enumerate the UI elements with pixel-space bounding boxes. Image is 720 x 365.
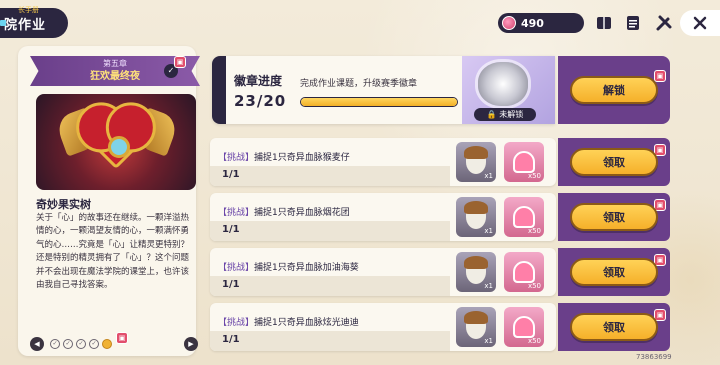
locked-tag: 🔒 未解锁 (474, 108, 536, 121)
gift-icon: ▣ (654, 70, 666, 82)
task-text: 捕捉1只奇异血脉猴麦仔 (254, 153, 350, 163)
close-icon[interactable] (680, 10, 720, 36)
season-badge-icon (478, 62, 528, 106)
cake-icon (513, 206, 535, 228)
task-count-bg (210, 276, 450, 296)
reward-qty: x1 (484, 172, 493, 180)
task-count-bg (210, 331, 450, 351)
claim-button[interactable]: 领取 (570, 258, 658, 286)
task-count: 1/1 (222, 279, 240, 290)
badge-description: 完成作业课题，升级赛季徽章 (300, 79, 418, 89)
task-tag: 【挑战】 (218, 153, 255, 163)
task-text: 捕捉1只奇异血脉炫光迪迪 (254, 318, 359, 328)
pager-dot[interactable]: ✓ (89, 339, 99, 349)
cake-reward-icon[interactable]: x50 (504, 307, 544, 347)
cake-reward-icon[interactable]: x50 (504, 252, 544, 292)
currency-amount: 490 (521, 16, 544, 30)
task-label: 【挑战】捕捉1只奇异血脉炫光迪迪 (218, 315, 359, 328)
cake-reward-icon[interactable]: x50 (504, 197, 544, 237)
book-icon[interactable] (593, 12, 615, 34)
next-arrow-icon[interactable]: ▶ (184, 337, 198, 351)
task-count-bg (210, 166, 450, 186)
unlock-button[interactable]: 解锁 (570, 76, 658, 104)
page-title: 院作业 (4, 17, 47, 33)
badge-title: 徽章进度 (234, 74, 283, 88)
gift-icon: ▣ (174, 56, 186, 68)
chapter-card: 第五章 狂欢最终夜 ✓ ▣ 奇妙果实树 关于「心」的故事还在继续。一颗洋溢热情的… (18, 46, 200, 356)
acorn-icon (464, 311, 488, 339)
clipboard-icon[interactable] (622, 12, 644, 34)
acorn-reward-icon[interactable]: x1 (456, 197, 496, 237)
prev-arrow-icon[interactable]: ◀ (30, 337, 44, 351)
task-row: 【挑战】捕捉1只奇异血脉烟花团 1/1 x1 x50 (210, 193, 556, 241)
panel-strip (212, 56, 226, 124)
task-count-bg (210, 221, 450, 241)
chapter-artwork (36, 94, 196, 190)
badge-count: 23/20 (234, 92, 287, 110)
acorn-reward-icon[interactable]: x1 (456, 307, 496, 347)
acorn-icon (464, 256, 488, 284)
task-label: 【挑战】捕捉1只奇异血脉加油海葵 (218, 260, 359, 273)
chapter-pager: ◀ ✓ ✓ ✓ ✓ ▣ ▶ (30, 332, 200, 352)
task-text: 捕捉1只奇异血脉烟花团 (254, 208, 350, 218)
cake-icon (513, 316, 535, 338)
gear-art (108, 136, 130, 158)
card-description: 关于「心」的故事还在继续。一颗洋溢热情的心，一颗渴望友情的心，一颗满怀勇气的心…… (36, 213, 190, 291)
claim-button[interactable]: 领取 (570, 203, 658, 231)
task-row: 【挑战】捕捉1只奇异血脉炫光迪迪 1/1 x1 x50 (210, 303, 556, 351)
claim-button[interactable]: 领取 (570, 313, 658, 341)
card-title: 奇妙果实树 (36, 198, 91, 211)
cake-icon (513, 151, 535, 173)
task-tag: 【挑战】 (218, 318, 255, 328)
locked-label: 未解锁 (499, 110, 524, 119)
badge-progress-panel: 徽章进度 完成作业课题，升级赛季徽章 23/20 🔒 未解锁 (212, 56, 555, 124)
task-count: 1/1 (222, 169, 240, 180)
footer-id: 73863699 (636, 353, 672, 361)
pager-dot-active[interactable] (102, 339, 112, 349)
reward-qty: x1 (484, 227, 493, 235)
reward-qty: x50 (527, 227, 541, 235)
tools-icon[interactable] (653, 12, 675, 34)
gift-icon: ▣ (116, 332, 128, 344)
acorn-reward-icon[interactable]: x1 (456, 142, 496, 182)
pager-dot[interactable]: ✓ (63, 339, 73, 349)
claim-button[interactable]: 领取 (570, 148, 658, 176)
gem-icon (502, 16, 516, 30)
task-tag: 【挑战】 (218, 208, 255, 218)
task-count: 1/1 (222, 224, 240, 235)
back-icon[interactable] (0, 20, 6, 26)
reward-qty: x1 (484, 337, 493, 345)
task-text: 捕捉1只奇异血脉加油海葵 (254, 263, 359, 273)
cake-icon (513, 261, 535, 283)
badge-progress-bar (300, 97, 458, 107)
cake-reward-icon[interactable]: x50 (504, 142, 544, 182)
acorn-reward-icon[interactable]: x1 (456, 252, 496, 292)
acorn-icon (464, 201, 488, 229)
reward-qty: x50 (527, 172, 541, 180)
reward-qty: x50 (527, 337, 541, 345)
reward-qty: x50 (527, 282, 541, 290)
task-label: 【挑战】捕捉1只奇异血脉烟花团 (218, 205, 350, 218)
reward-qty: x1 (484, 282, 493, 290)
task-row: 【挑战】捕捉1只奇异血脉加油海葵 1/1 x1 x50 (210, 248, 556, 296)
badge-progress-fill (301, 98, 457, 106)
title-superscript: 长手册 (18, 6, 39, 14)
pager-dot[interactable]: ✓ (50, 339, 60, 349)
back-title-tag[interactable]: 长手册 院作业 (0, 6, 68, 38)
pager-dots: ✓ ✓ ✓ ✓ (50, 339, 112, 349)
task-label: 【挑战】捕捉1只奇异血脉猴麦仔 (218, 150, 350, 163)
task-count: 1/1 (222, 334, 240, 345)
task-row: 【挑战】捕捉1只奇异血脉猴麦仔 1/1 x1 x50 (210, 138, 556, 186)
pager-dot[interactable]: ✓ (76, 339, 86, 349)
currency-display: 490 (498, 13, 584, 33)
acorn-icon (464, 146, 488, 174)
task-tag: 【挑战】 (218, 263, 255, 273)
